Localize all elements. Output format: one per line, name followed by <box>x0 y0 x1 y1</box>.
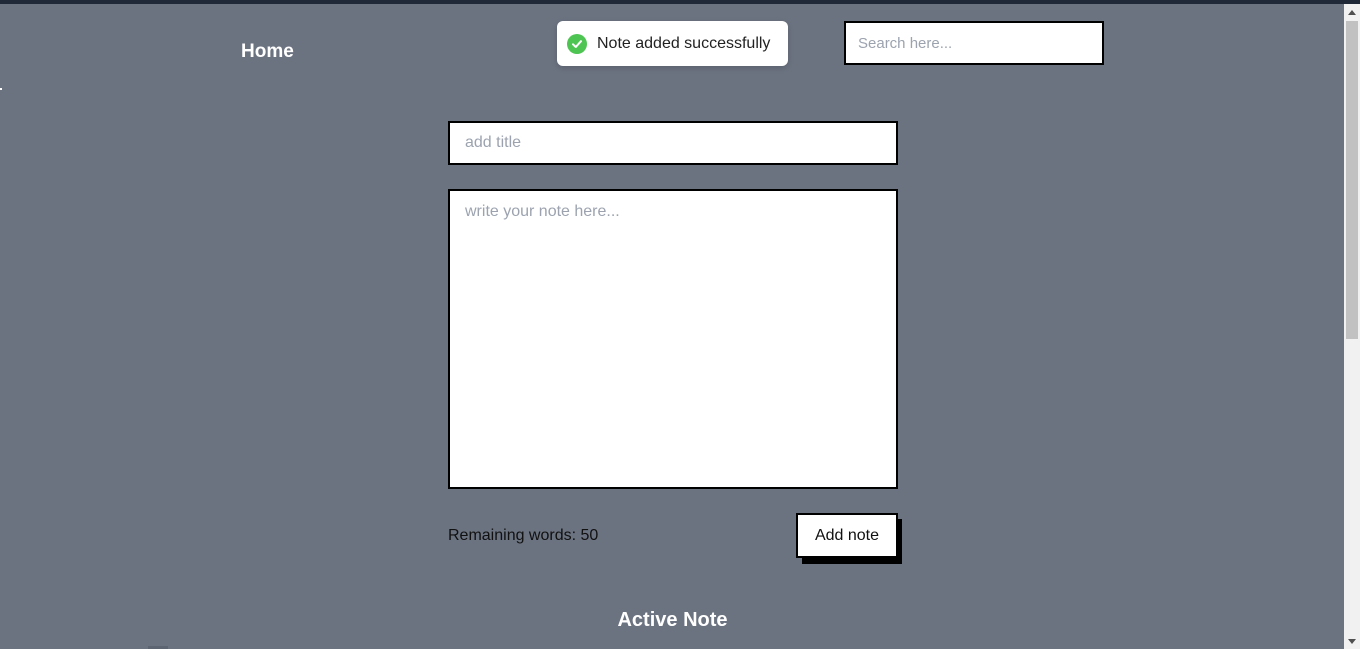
success-toast: Note added successfully <box>557 21 788 66</box>
scroll-up-icon[interactable] <box>1344 4 1360 20</box>
check-circle-icon <box>567 33 587 54</box>
scrollbar-thumb[interactable] <box>1346 21 1358 339</box>
add-note-button[interactable]: Add note <box>796 513 898 558</box>
edge-artifact <box>0 88 2 90</box>
toast-message: Note added successfully <box>597 34 771 52</box>
search-input[interactable] <box>844 21 1104 65</box>
nav-home-link[interactable]: Home <box>241 41 294 63</box>
remaining-words-counter: Remaining words: 50 <box>448 527 599 544</box>
window-top-border <box>0 0 1360 4</box>
active-note-heading: Active Note <box>617 609 728 631</box>
note-textarea[interactable] <box>448 189 898 489</box>
vertical-scrollbar[interactable] <box>1344 4 1360 649</box>
title-input[interactable] <box>448 121 898 165</box>
scroll-down-icon[interactable] <box>1344 633 1360 649</box>
